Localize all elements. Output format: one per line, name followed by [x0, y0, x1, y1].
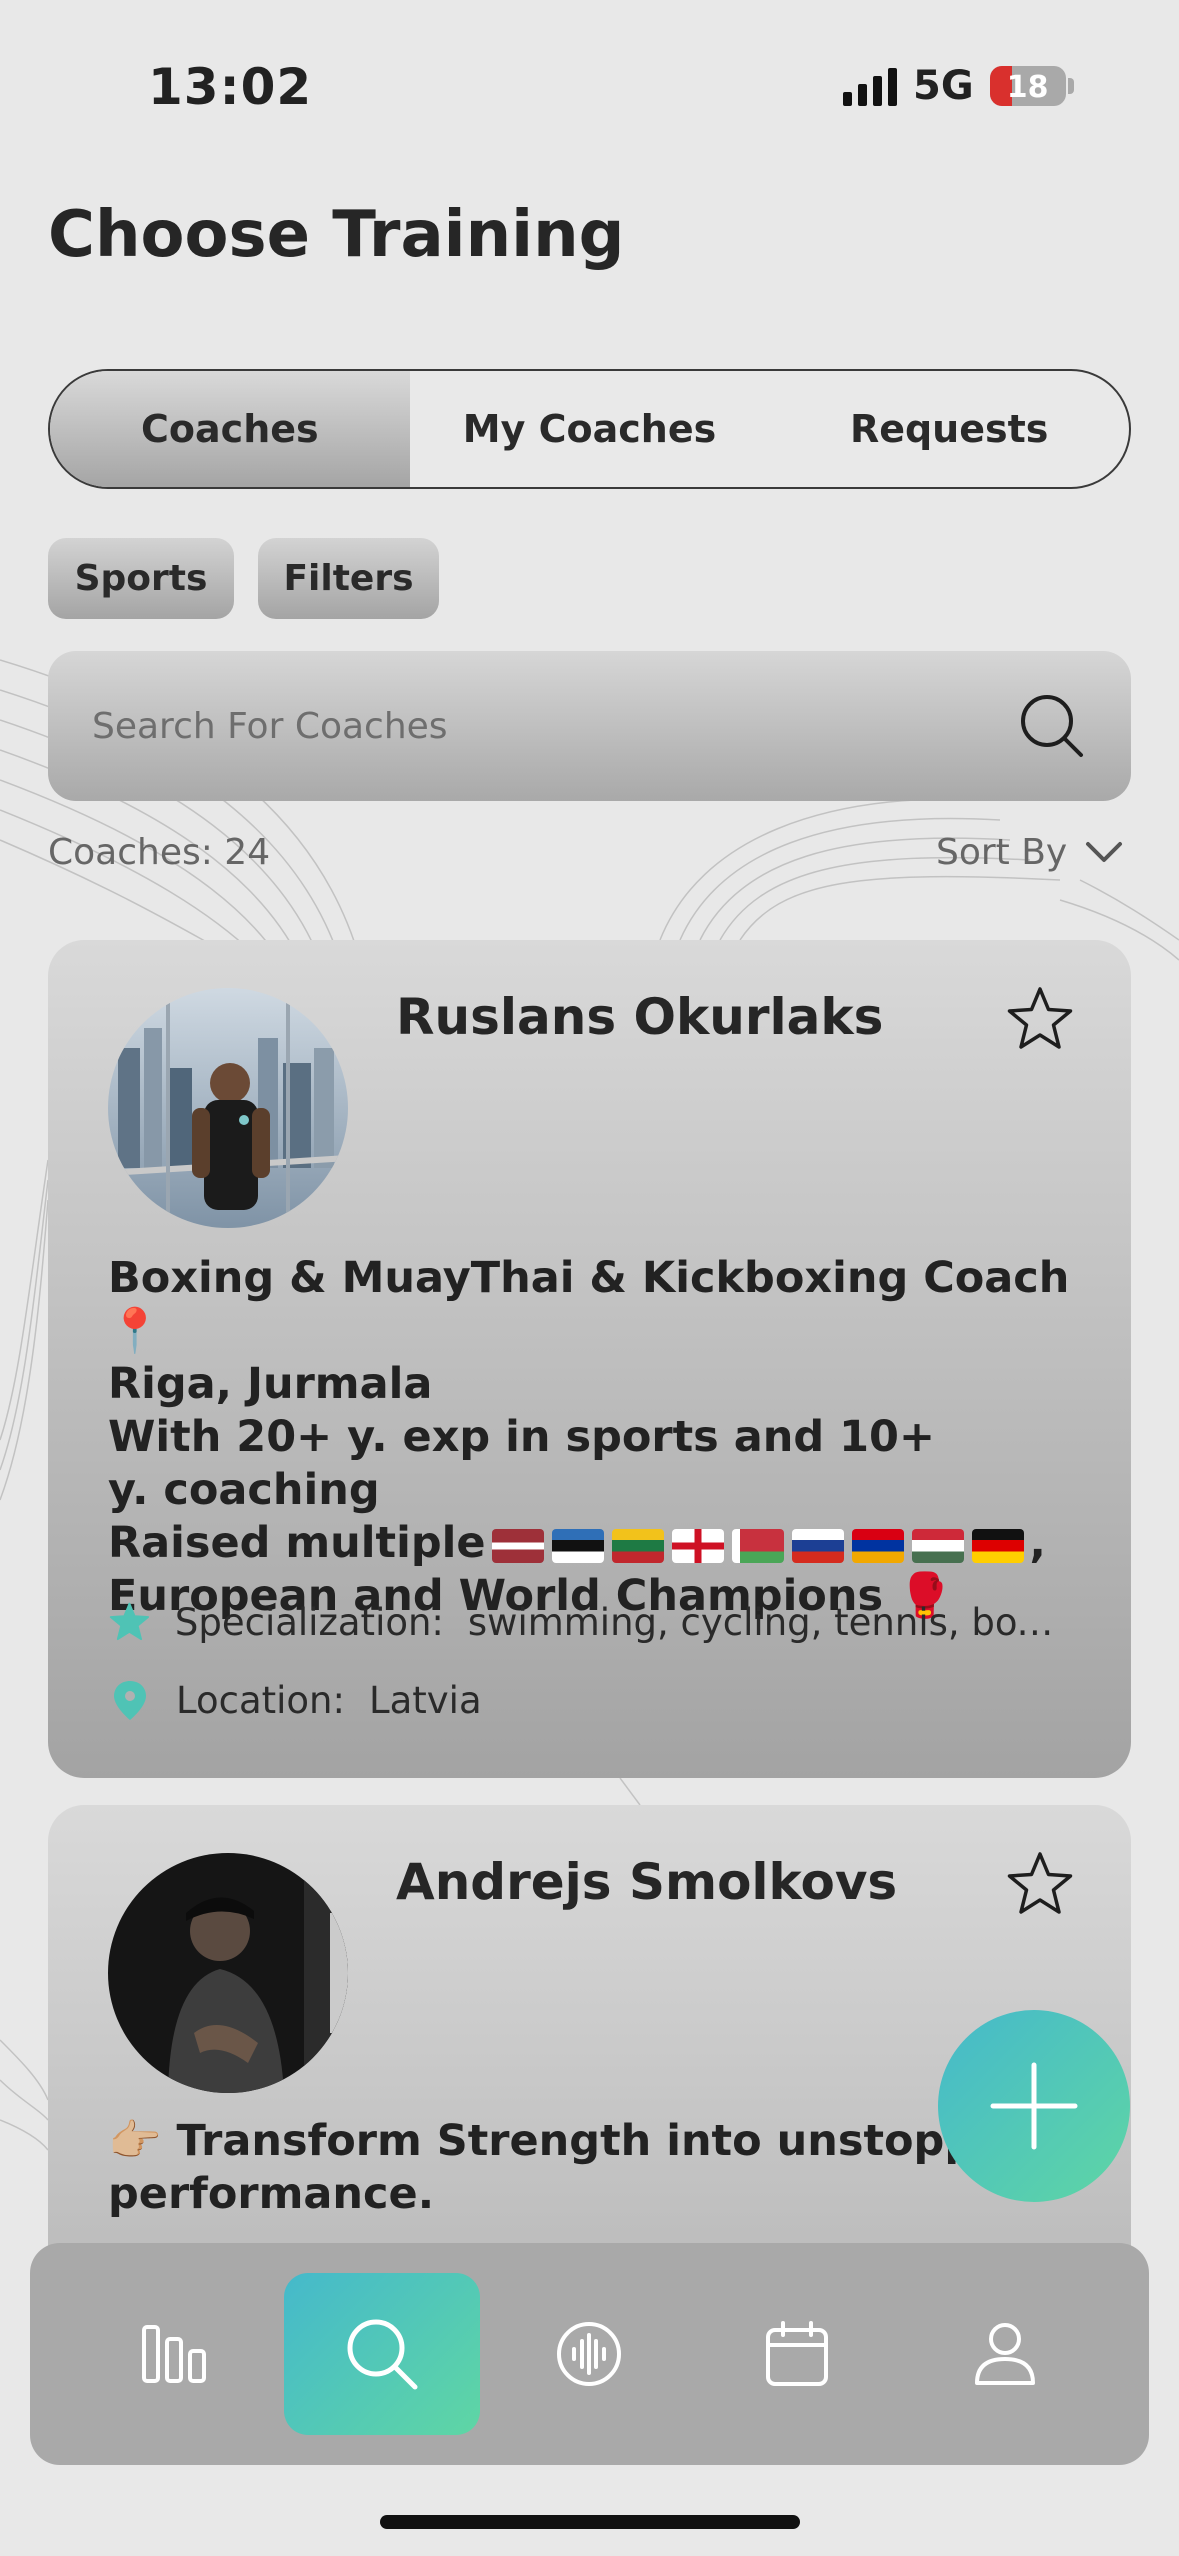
signal-icon — [843, 66, 897, 106]
nav-profile[interactable] — [907, 2273, 1103, 2435]
favorite-star-icon[interactable] — [1005, 1849, 1075, 1919]
location-value: Latvia — [368, 1678, 482, 1722]
bio-line: performance. — [108, 2169, 435, 2219]
status-time: 13:02 — [148, 58, 313, 116]
calendar-icon — [766, 2321, 829, 2386]
bio-line: Riga, Jurmala — [108, 1359, 433, 1409]
home-indicator — [380, 2515, 800, 2529]
page-title: Choose Training — [48, 198, 625, 272]
status-indicators: 5G 18 — [843, 60, 1074, 112]
country-flags — [491, 1528, 1024, 1563]
search-bar — [48, 651, 1131, 801]
plus-icon — [990, 2062, 1078, 2150]
sports-filter-button[interactable]: Sports — [48, 538, 234, 619]
flag-russia — [791, 1528, 844, 1563]
specialization-value: swimming, cycling, tennis, boxi... — [467, 1600, 1068, 1644]
bottom-nav — [30, 2243, 1149, 2465]
coach-bio: 👉🏼 Transform Strength into unstoppab per… — [108, 2115, 978, 2221]
bio-line: Boxing & MuayThai & Kickboxing Coach 📍 — [108, 1253, 1070, 1356]
stats-icon — [141, 2325, 206, 2383]
sort-by-label: Sort By — [936, 832, 1068, 873]
filters-button[interactable]: Filters — [258, 538, 439, 619]
flag-armenia — [851, 1528, 904, 1563]
search-input[interactable] — [92, 705, 892, 747]
nav-calendar[interactable] — [699, 2273, 895, 2435]
coach-avatar — [108, 1853, 348, 2093]
voice-icon — [557, 2322, 622, 2386]
bio-line: Raised multiple — [108, 1518, 486, 1568]
sort-by-button[interactable]: Sort By — [936, 832, 1123, 873]
flag-lithuania — [611, 1528, 664, 1563]
segmented-tabs: Coaches My Coaches Requests — [48, 369, 1131, 489]
coach-card[interactable]: Ruslans Okurlaks Boxing & MuayThai & Kic… — [48, 940, 1131, 1778]
bio-line: 👉🏼 Transform Strength into unstoppab — [108, 2116, 978, 2166]
star-filled-icon — [109, 1602, 150, 1641]
add-button[interactable] — [938, 2010, 1130, 2202]
network-label: 5G — [913, 63, 974, 109]
nav-stats[interactable] — [76, 2273, 272, 2435]
bio-line: y. coaching — [108, 1465, 380, 1515]
favorite-star-icon[interactable] — [1005, 984, 1075, 1054]
tab-my-coaches[interactable]: My Coaches — [410, 371, 770, 487]
battery-level: 18 — [1006, 70, 1049, 105]
flag-belarus — [731, 1528, 784, 1563]
nav-voice[interactable] — [491, 2273, 687, 2435]
profile-icon — [975, 2323, 1036, 2385]
flag-germany — [971, 1528, 1024, 1563]
specialization-label: Specialization: — [174, 1600, 444, 1644]
bio-line: , — [1029, 1518, 1046, 1568]
flag-hungary — [911, 1528, 964, 1563]
coaches-count: Coaches: 24 — [48, 832, 271, 873]
bio-line: With 20+ y. exp in sports and 10+ — [108, 1412, 935, 1462]
coach-specialization: Specialization: swimming, cycling, tenni… — [108, 1600, 1068, 1644]
coach-avatar — [108, 988, 348, 1228]
chevron-down-icon — [1086, 841, 1123, 862]
search-icon[interactable] — [1017, 691, 1087, 761]
tab-coaches[interactable]: Coaches — [50, 371, 410, 487]
flag-england — [671, 1528, 724, 1563]
coach-name: Ruslans Okurlaks — [396, 988, 884, 1046]
location-pin-icon — [114, 1681, 146, 1720]
coach-bio: Boxing & MuayThai & Kickboxing Coach 📍 R… — [108, 1252, 1078, 1623]
coach-location: Location: Latvia — [108, 1678, 1068, 1722]
nav-search[interactable] — [283, 2273, 480, 2435]
flag-estonia — [551, 1528, 604, 1563]
tab-requests[interactable]: Requests — [769, 371, 1129, 487]
battery-icon: 18 — [989, 66, 1066, 106]
flag-latvia — [491, 1528, 544, 1563]
coach-name: Andrejs Smolkovs — [396, 1853, 898, 1911]
location-label: Location: — [176, 1678, 345, 1722]
search-icon — [347, 2319, 418, 2390]
